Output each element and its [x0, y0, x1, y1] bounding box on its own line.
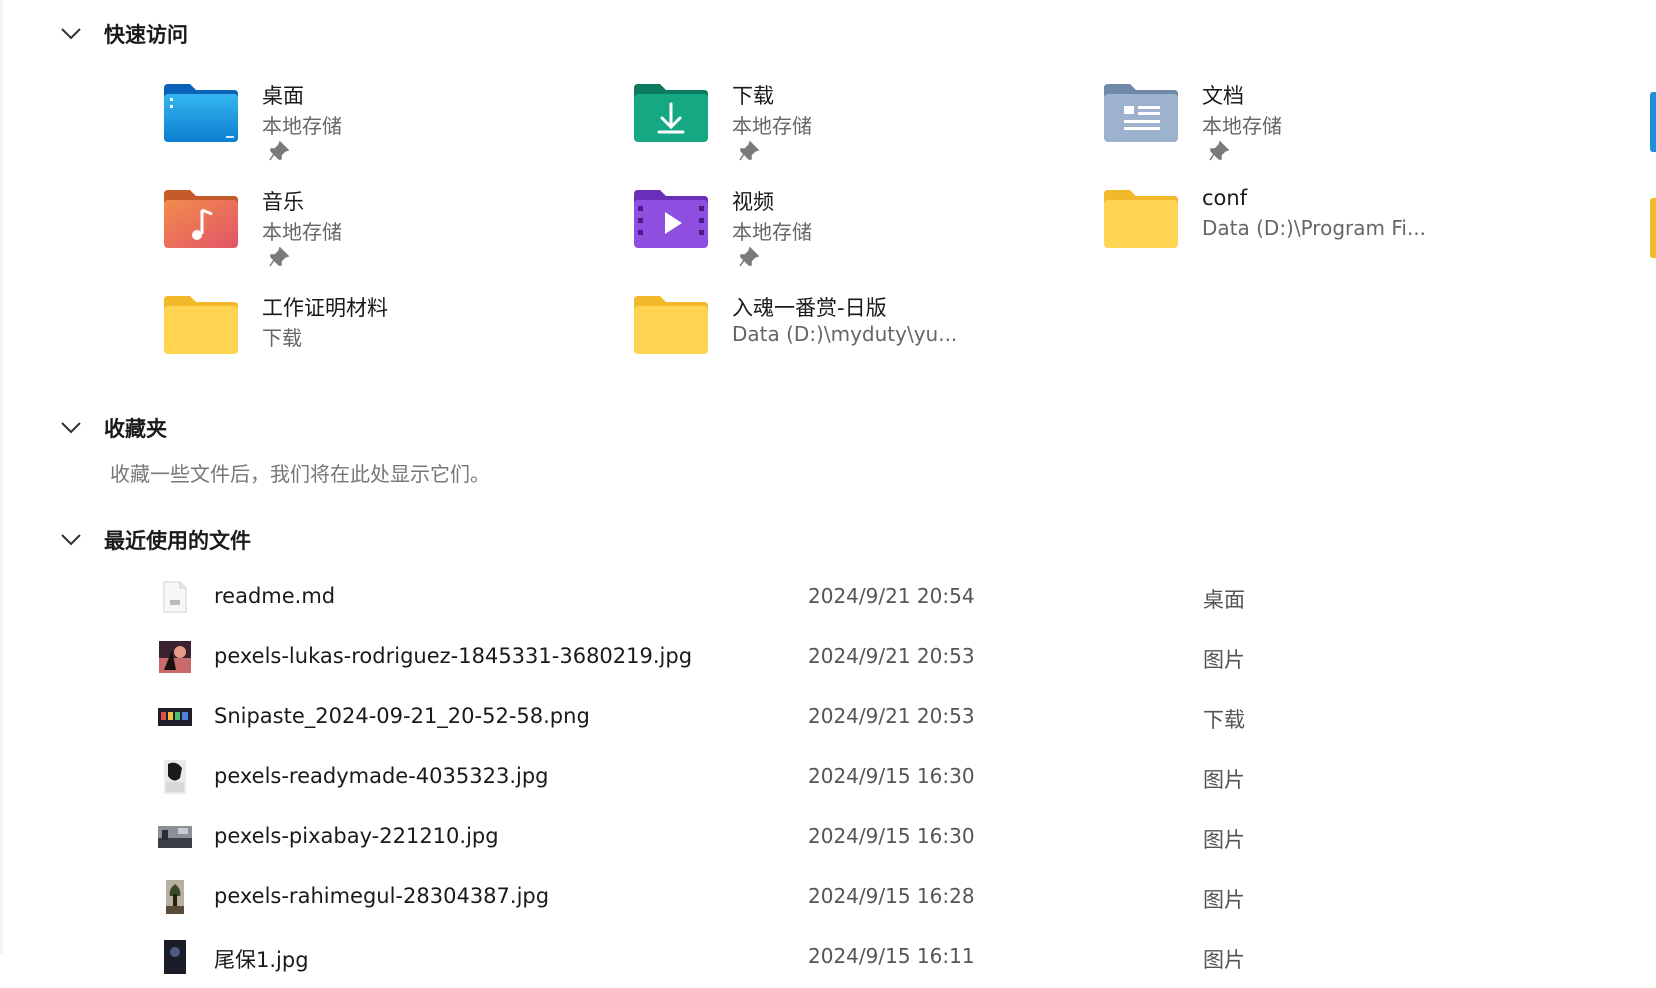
quick-access-conf[interactable]: conf Data (D:)\Program Fi... [1102, 186, 1522, 276]
file-location: 桌面 [1203, 588, 1245, 612]
pin-icon [739, 246, 760, 267]
section-quick-access[interactable]: 快速访问 [55, 16, 188, 52]
file-name: pexels-lukas-rodriguez-1845331-3680219.j… [214, 644, 693, 668]
file-name: pexels-rahimegul-28304387.jpg [214, 884, 550, 908]
quick-access-desktop[interactable]: 桌面 本地存储 [162, 80, 582, 170]
section-title: 快速访问 [104, 23, 188, 47]
file-location: 图片 [1203, 648, 1245, 672]
file-date: 2024/9/15 16:11 [808, 944, 975, 968]
section-title: 收藏夹 [104, 417, 167, 441]
chevron-down-icon[interactable] [55, 18, 87, 50]
quick-access-location: 本地存储 [262, 114, 342, 138]
section-recent[interactable]: 最近使用的文件 [55, 522, 251, 558]
image-thumbnail-icon [164, 940, 186, 974]
image-thumbnail-icon [159, 641, 191, 673]
image-thumbnail-icon [158, 826, 192, 848]
file-date: 2024/9/21 20:54 [808, 584, 975, 608]
quick-access-name: 入魂一番赏-日版 [732, 296, 887, 320]
image-thumbnail-icon [166, 880, 184, 914]
file-location: 图片 [1203, 888, 1245, 912]
image-thumbnail-icon [164, 760, 186, 794]
recent-file-row[interactable]: pexels-readymade-4035323.jpg 2024/9/15 1… [150, 748, 1250, 808]
quick-access-name: 文档 [1202, 84, 1244, 108]
quick-access-documents[interactable]: 文档 本地存储 [1102, 80, 1522, 170]
file-date: 2024/9/15 16:28 [808, 884, 975, 908]
recent-file-row[interactable]: pexels-lukas-rodriguez-1845331-3680219.j… [150, 628, 1250, 688]
quick-access-videos[interactable]: 视频 本地存储 [632, 186, 1052, 276]
chevron-down-icon[interactable] [55, 412, 87, 444]
quick-access-name: 桌面 [262, 84, 304, 108]
quick-access-location: Data (D:)\myduty\yu... [732, 322, 958, 346]
recent-file-row[interactable]: pexels-rahimegul-28304387.jpg 2024/9/15 … [150, 868, 1250, 928]
recent-file-row[interactable]: pexels-pixabay-221210.jpg 2024/9/15 16:3… [150, 808, 1250, 868]
downloads-folder-icon [634, 84, 708, 142]
quick-access-location: 本地存储 [262, 220, 342, 244]
pin-icon [269, 246, 290, 267]
pane-left-border [0, 0, 3, 954]
file-icon [163, 581, 187, 613]
file-location: 图片 [1203, 948, 1245, 972]
clipped-folder-edge [1650, 198, 1656, 258]
chevron-down-icon[interactable] [55, 524, 87, 556]
pin-icon [269, 140, 290, 161]
clipped-folder-edge [1650, 92, 1656, 152]
quick-access-name: 工作证明材料 [262, 296, 388, 320]
desktop-folder-icon [164, 84, 238, 142]
file-date: 2024/9/21 20:53 [808, 644, 975, 668]
recent-file-row[interactable]: 尾保1.jpg 2024/9/15 16:11 图片 [150, 928, 1250, 988]
file-date: 2024/9/15 16:30 [808, 824, 975, 848]
file-location: 图片 [1203, 768, 1245, 792]
folder-icon [634, 296, 708, 354]
file-date: 2024/9/21 20:53 [808, 704, 975, 728]
section-favorites[interactable]: 收藏夹 [55, 410, 167, 446]
file-location: 下载 [1203, 708, 1245, 732]
file-name: 尾保1.jpg [214, 948, 309, 972]
file-name: pexels-pixabay-221210.jpg [214, 824, 499, 848]
quick-access-location: 本地存储 [732, 114, 812, 138]
music-folder-icon [164, 190, 238, 248]
file-name: readme.md [214, 584, 336, 608]
quick-access-name: 音乐 [262, 190, 304, 214]
file-location: 图片 [1203, 828, 1245, 852]
file-name: Snipaste_2024-09-21_20-52-58.png [214, 704, 590, 728]
quick-access-location: 本地存储 [732, 220, 812, 244]
folder-icon [1104, 190, 1178, 248]
folder-icon [164, 296, 238, 354]
quick-access-downloads[interactable]: 下载 本地存储 [632, 80, 1052, 170]
quick-access-location: Data (D:)\Program Fi... [1202, 216, 1427, 240]
file-date: 2024/9/15 16:30 [808, 764, 975, 788]
favorites-empty-message: 收藏一些文件后，我们将在此处显示它们。 [110, 462, 490, 486]
documents-folder-icon [1104, 84, 1178, 142]
videos-folder-icon [634, 190, 708, 248]
quick-access-name: 下载 [732, 84, 774, 108]
quick-access-ichiban-kuji[interactable]: 入魂一番赏-日版 Data (D:)\myduty\yu... [632, 292, 1052, 382]
quick-access-name: 视频 [732, 190, 774, 214]
quick-access-work-docs[interactable]: 工作证明材料 下载 [162, 292, 582, 382]
image-thumbnail-icon [158, 708, 192, 726]
quick-access-music[interactable]: 音乐 本地存储 [162, 186, 582, 276]
quick-access-location: 本地存储 [1202, 114, 1282, 138]
quick-access-location: 下载 [262, 326, 302, 350]
pin-icon [1209, 140, 1230, 161]
quick-access-name: conf [1202, 186, 1248, 210]
section-title: 最近使用的文件 [104, 529, 251, 553]
recent-file-row[interactable]: readme.md 2024/9/21 20:54 桌面 [150, 568, 1250, 628]
pin-icon [739, 140, 760, 161]
recent-file-row[interactable]: Snipaste_2024-09-21_20-52-58.png 2024/9/… [150, 688, 1250, 748]
file-name: pexels-readymade-4035323.jpg [214, 764, 549, 788]
